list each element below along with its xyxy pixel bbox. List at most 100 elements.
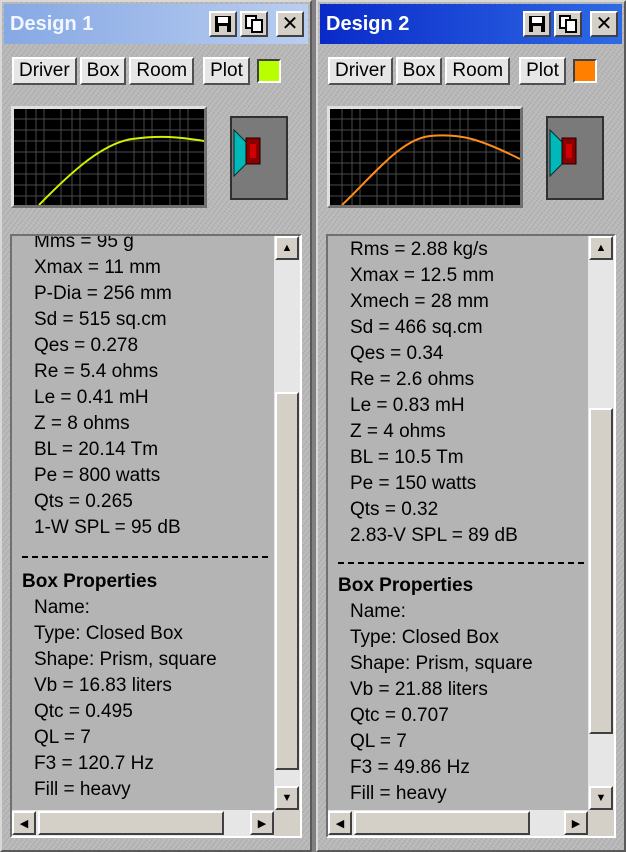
driver-property-line: Xmech = 28 mm	[350, 291, 489, 312]
title-bar[interactable]: Design 1 ✕	[4, 4, 308, 44]
plot-color-swatch[interactable]	[256, 59, 281, 83]
vertical-scroll-thumb[interactable]	[275, 392, 299, 770]
plot-button[interactable]: Plot	[519, 57, 566, 85]
driver-property-line: BL = 10.5 Tm	[350, 447, 464, 468]
vertical-scroll-thumb[interactable]	[589, 408, 613, 734]
box-property-line: Qtc = 0.495	[34, 701, 133, 722]
view-toolbar: Driver Box Room Plot	[328, 56, 597, 86]
speaker-box-icon	[230, 116, 288, 200]
driver-property-line: Pe = 150 watts	[350, 473, 477, 494]
box-property-line: Qtc = 0.707	[350, 705, 449, 726]
properties-list[interactable]: Mms = 95 g Xmax = 11 mm P-Dia = 256 mm Sd =…	[10, 234, 302, 838]
driver-property-line: Le = 0.83 mH	[350, 395, 465, 416]
driver-property-line: Qts = 0.265	[34, 491, 133, 512]
close-icon: ✕	[595, 13, 613, 35]
scroll-left-button[interactable]: ◀	[328, 811, 352, 835]
arrow-up-icon: ▲	[281, 242, 293, 254]
box-properties-heading: Box Properties	[22, 571, 158, 592]
scroll-right-button[interactable]: ▶	[564, 811, 588, 835]
window-title: Design 2	[326, 12, 410, 35]
driver-property-line: Pe = 800 watts	[34, 465, 161, 486]
section-divider	[22, 556, 268, 558]
driver-property-line: Sd = 466 sq.cm	[350, 317, 483, 338]
scroll-down-button[interactable]: ▼	[589, 786, 613, 810]
horizontal-scrollbar[interactable]: ◀ ▶	[12, 810, 274, 836]
plot-color-swatch[interactable]	[572, 59, 597, 83]
response-plot	[11, 106, 207, 208]
box-property-line: Fill = heavy	[34, 779, 131, 800]
floppy-disk-icon	[529, 16, 545, 32]
response-plot-graph	[330, 109, 520, 205]
save-button[interactable]	[523, 11, 551, 37]
box-property-line: Type: Closed Box	[34, 623, 183, 644]
plot-button[interactable]: Plot	[203, 57, 250, 85]
design-1-window: Design 1 ✕ Driver Box Room Plot Mms = 95…	[0, 0, 312, 852]
copy-button[interactable]	[240, 11, 268, 37]
driver-property-line: Z = 8 ohms	[34, 413, 130, 434]
section-divider	[338, 562, 584, 564]
box-property-line: Vb = 21.88 liters	[350, 679, 488, 700]
box-property-line: Shape: Prism, square	[34, 649, 217, 670]
arrow-down-icon: ▼	[595, 792, 607, 804]
copy-button[interactable]	[554, 11, 582, 37]
speaker-driver-icon	[233, 128, 261, 178]
scroll-up-button[interactable]: ▲	[589, 236, 613, 260]
arrow-left-icon: ◀	[19, 817, 29, 830]
room-button[interactable]: Room	[445, 57, 511, 85]
box-property-line: Name:	[350, 601, 406, 622]
title-bar[interactable]: Design 2 ✕	[320, 4, 622, 44]
box-property-line: Type: Closed Box	[350, 627, 499, 648]
horizontal-scrollbar[interactable]: ◀ ▶	[328, 810, 588, 836]
driver-property-line: BL = 20.14 Tm	[34, 439, 159, 460]
copy-windows-icon	[245, 15, 263, 33]
properties-content: Mms = 95 g Xmax = 11 mm P-Dia = 256 mm Sd =…	[12, 236, 274, 810]
driver-property-line: Qes = 0.278	[34, 335, 139, 356]
save-button[interactable]	[209, 11, 237, 37]
arrow-right-icon: ▶	[571, 817, 581, 830]
box-property-line: Name:	[34, 597, 90, 618]
box-button[interactable]: Box	[79, 57, 127, 85]
scroll-left-button[interactable]: ◀	[12, 811, 36, 835]
response-plot	[327, 106, 523, 208]
horizontal-scroll-thumb[interactable]	[354, 811, 530, 835]
driver-button[interactable]: Driver	[328, 57, 393, 85]
box-property-line: F3 = 120.7 Hz	[34, 753, 154, 774]
box-property-line: Shape: Prism, square	[350, 653, 533, 674]
driver-property-line: Z = 4 ohms	[350, 421, 446, 442]
room-button[interactable]: Room	[129, 57, 195, 85]
vertical-scrollbar[interactable]: ▲ ▼	[588, 236, 614, 810]
box-property-line: QL = 7	[350, 731, 407, 752]
arrow-left-icon: ◀	[335, 817, 345, 830]
design-2-window: Design 2 ✕ Driver Box Room Plot Rms = 2.…	[316, 0, 626, 852]
arrow-right-icon: ▶	[257, 817, 267, 830]
speaker-driver-icon	[549, 128, 577, 178]
driver-property-line: 2.83-V SPL = 89 dB	[350, 525, 518, 546]
driver-property-line: Mms = 95 g	[34, 236, 134, 252]
driver-property-line: Re = 5.4 ohms	[34, 361, 159, 382]
close-button[interactable]: ✕	[590, 11, 618, 37]
scroll-up-button[interactable]: ▲	[275, 236, 299, 260]
close-button[interactable]: ✕	[276, 11, 304, 37]
copy-windows-icon	[559, 15, 577, 33]
box-properties-heading: Box Properties	[338, 575, 474, 596]
driver-property-line: Le = 0.41 mH	[34, 387, 149, 408]
vertical-scrollbar[interactable]: ▲ ▼	[274, 236, 300, 810]
box-property-line: Fill = heavy	[350, 783, 447, 804]
properties-list[interactable]: Rms = 2.88 kg/s Xmax = 12.5 mm Xmech = 28 …	[326, 234, 616, 838]
driver-property-line: Re = 2.6 ohms	[350, 369, 475, 390]
response-curve	[38, 135, 204, 205]
box-button[interactable]: Box	[395, 57, 443, 85]
driver-button[interactable]: Driver	[12, 57, 77, 85]
driver-property-line: P-Dia = 256 mm	[34, 283, 172, 304]
scroll-right-button[interactable]: ▶	[250, 811, 274, 835]
scroll-down-button[interactable]: ▼	[275, 786, 299, 810]
response-plot-graph	[14, 109, 204, 205]
box-property-line: Vb = 16.83 liters	[34, 675, 172, 696]
response-curve	[341, 134, 520, 205]
driver-property-line: Xmax = 11 mm	[34, 257, 161, 278]
properties-content: Rms = 2.88 kg/s Xmax = 12.5 mm Xmech = 28 …	[328, 236, 588, 810]
driver-property-line: 1-W SPL = 95 dB	[34, 517, 181, 538]
window-title: Design 1	[10, 12, 94, 35]
arrow-up-icon: ▲	[595, 242, 607, 254]
horizontal-scroll-thumb[interactable]	[38, 811, 224, 835]
